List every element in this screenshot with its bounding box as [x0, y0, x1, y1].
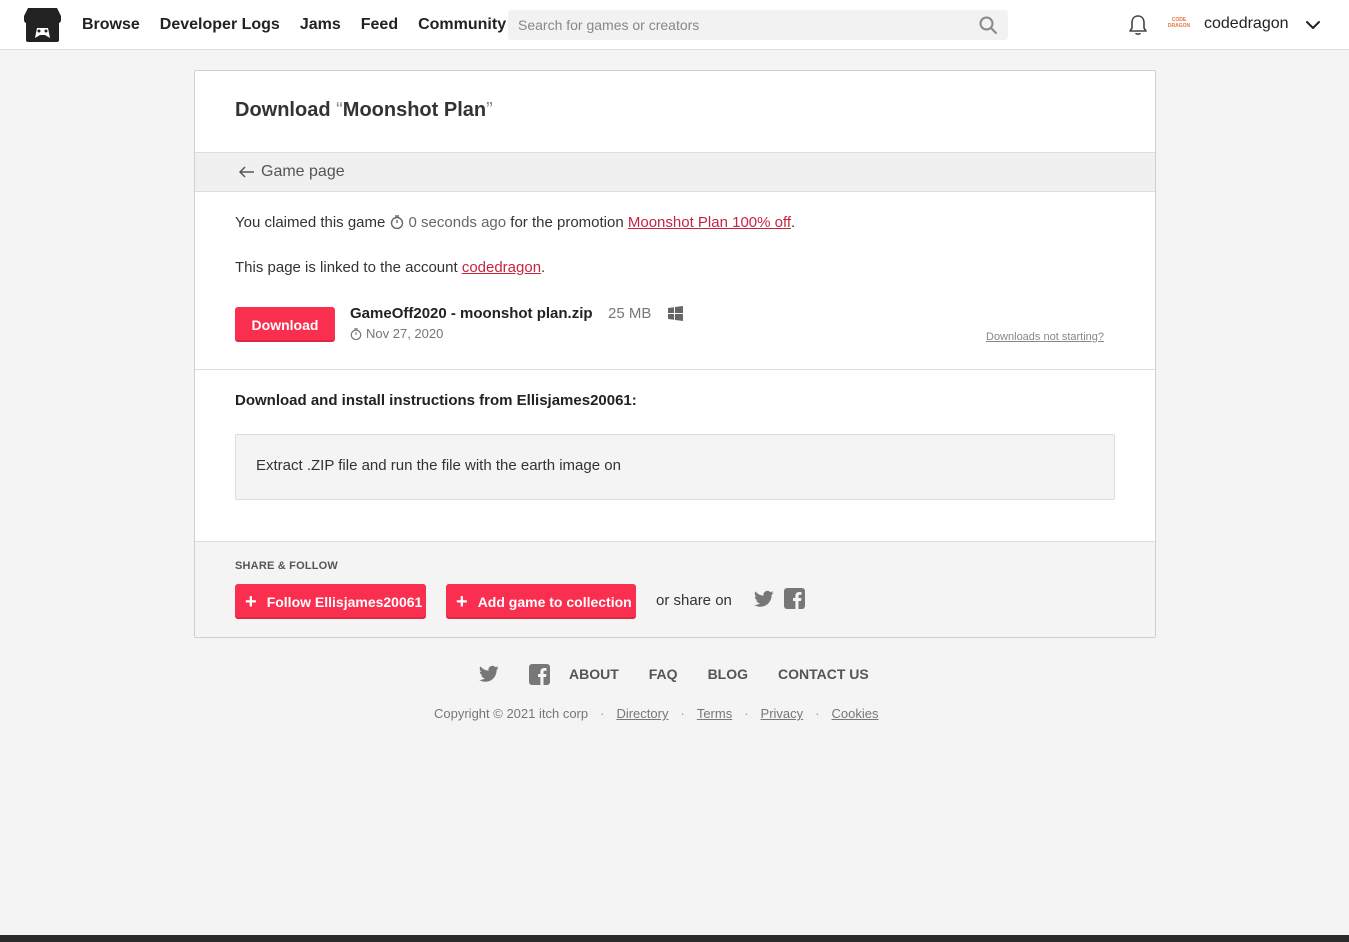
account-link[interactable]: codedragon	[462, 259, 541, 276]
search-icon[interactable]	[978, 15, 998, 35]
twitter-icon[interactable]	[479, 665, 499, 683]
title-prefix: Download	[235, 99, 331, 121]
separator: ·	[680, 706, 685, 721]
copyright-line: Copyright © 2021 itch corp · Directory · Ter…	[434, 706, 878, 721]
search-bar	[508, 10, 1008, 40]
add-to-collection-label: Add game to collection	[477, 593, 632, 610]
main-nav: Browse Developer Logs Jams Feed Communit…	[82, 0, 526, 50]
separator: ·	[744, 706, 749, 721]
twitter-icon[interactable]	[754, 590, 774, 608]
claim-suffix: .	[791, 214, 796, 231]
top-header: Browse Developer Logs Jams Feed Communit…	[0, 0, 1349, 50]
footer-blog-link[interactable]: BLOG	[708, 666, 748, 682]
facebook-icon[interactable]	[784, 588, 805, 609]
quote-close: ”	[486, 99, 493, 121]
itch-logo-icon[interactable]	[23, 7, 62, 43]
copyright-text: Copyright © 2021 itch corp	[434, 706, 589, 721]
file-date-text: Nov 27, 2020	[366, 326, 444, 341]
plus-icon: +	[245, 590, 257, 613]
file-date: Nov 27, 2020	[350, 326, 443, 341]
game-page-link[interactable]: Game page	[261, 163, 345, 181]
page-title: Download “Moonshot Plan”	[235, 99, 493, 122]
separator: ·	[815, 706, 820, 721]
file-name: GameOff2020 - moonshot plan.zip	[350, 305, 593, 322]
download-button[interactable]: Download	[235, 307, 335, 342]
follow-button-label: Follow Ellisjames20061	[266, 593, 423, 610]
instructions-title: Download and install instructions from E…	[235, 392, 637, 409]
stopwatch-icon	[350, 328, 362, 340]
claim-time: 0 seconds ago	[390, 214, 507, 231]
notification-bell-icon[interactable]	[1128, 14, 1148, 36]
back-bar: Game page	[195, 152, 1155, 192]
stopwatch-icon	[390, 215, 403, 229]
claim-prefix: You claimed this game	[235, 214, 386, 231]
quote-open: “	[336, 99, 343, 121]
nav-feed[interactable]: Feed	[361, 16, 398, 34]
follow-button[interactable]: + Follow Ellisjames20061	[235, 584, 426, 619]
linked-suffix: .	[541, 259, 546, 276]
footer-about-link[interactable]: ABOUT	[569, 666, 619, 682]
user-name[interactable]: codedragon	[1204, 15, 1289, 33]
add-to-collection-button[interactable]: + Add game to collection	[446, 584, 636, 619]
claim-middle: for the promotion	[510, 214, 624, 231]
nav-browse[interactable]: Browse	[82, 16, 140, 34]
game-name: Moonshot Plan	[342, 99, 487, 121]
share-on-label: or share on	[656, 592, 732, 609]
section-divider	[195, 369, 1155, 370]
nav-developer-logs[interactable]: Developer Logs	[160, 16, 280, 34]
footer-directory-link[interactable]: Directory	[616, 706, 668, 721]
windows-icon	[668, 306, 683, 321]
footer-cookies-link[interactable]: Cookies	[832, 706, 879, 721]
file-size: 25 MB	[608, 305, 652, 322]
share-follow-section: SHARE & FOLLOW + Follow Ellisjames20061 …	[195, 541, 1155, 637]
plus-icon: +	[456, 590, 468, 613]
footer-terms-link[interactable]: Terms	[697, 706, 732, 721]
claim-message: You claimed this game 0 seconds ago for …	[235, 214, 795, 231]
footer-faq-link[interactable]: FAQ	[649, 666, 678, 682]
linked-account-message: This page is linked to the account coded…	[235, 259, 545, 276]
footer-links: ABOUT FAQ BLOG CONTACT US	[479, 662, 899, 686]
arrow-left-icon[interactable]	[239, 166, 255, 178]
bottom-bar	[0, 935, 1349, 942]
nav-jams[interactable]: Jams	[300, 16, 341, 34]
nav-community[interactable]: Community	[418, 16, 506, 34]
share-title: SHARE & FOLLOW	[235, 560, 339, 572]
promotion-link[interactable]: Moonshot Plan 100% off	[628, 214, 791, 231]
footer-privacy-link[interactable]: Privacy	[761, 706, 804, 721]
instructions-box: Extract .ZIP file and run the file with …	[235, 434, 1115, 500]
avatar[interactable]: CODE DRAGON	[1166, 14, 1192, 34]
separator: ·	[600, 706, 605, 721]
downloads-not-starting-link[interactable]: Downloads not starting?	[986, 331, 1104, 343]
linked-prefix: This page is linked to the account	[235, 259, 458, 276]
chevron-down-icon[interactable]	[1305, 17, 1321, 33]
facebook-icon[interactable]	[529, 663, 550, 685]
claim-time-text: 0 seconds ago	[408, 214, 507, 231]
footer-contact-link[interactable]: CONTACT US	[778, 666, 869, 682]
download-card: Download “Moonshot Plan” Game page You c…	[194, 70, 1156, 638]
search-input[interactable]	[508, 10, 978, 40]
